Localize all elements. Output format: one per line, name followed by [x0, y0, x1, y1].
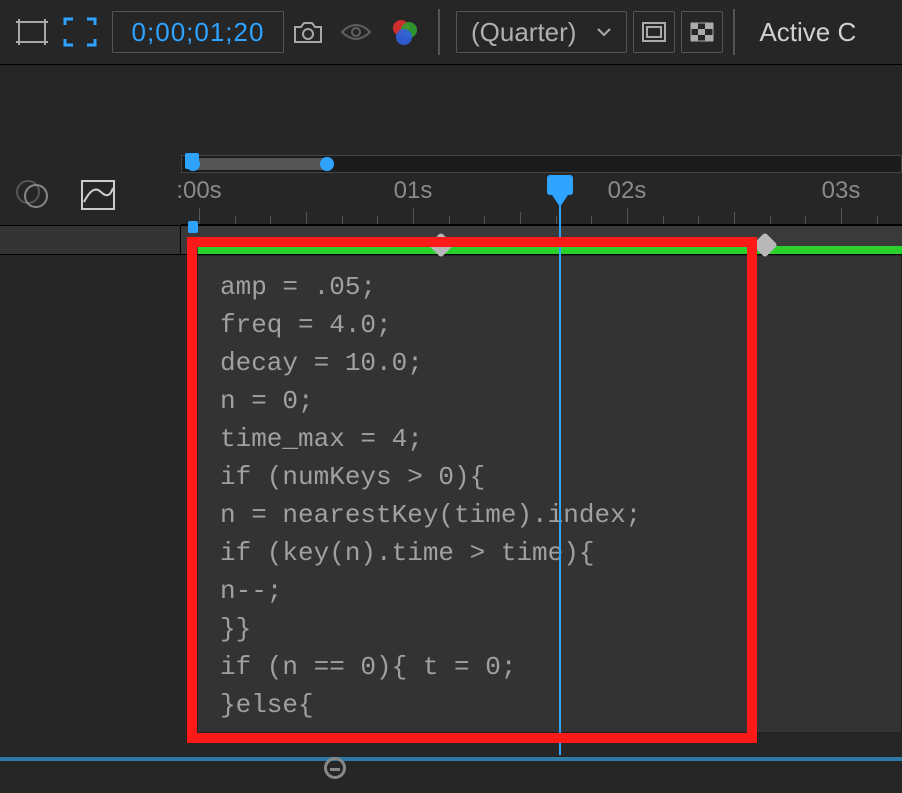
ruler-label: 03s [822, 177, 861, 205]
cti-head[interactable] [547, 175, 573, 195]
zoom-knob-icon[interactable] [324, 757, 346, 779]
transparency-grid-icon[interactable] [681, 11, 723, 53]
ruler-label: 01s [394, 177, 433, 205]
time-ruler[interactable]: :00s 01s 02s 03s [181, 175, 902, 225]
footer-bar [0, 757, 902, 785]
ruler-label: 02s [608, 177, 647, 205]
mask-bounds-icon[interactable] [8, 8, 56, 56]
ruler-label: :00s [176, 177, 221, 205]
ram-preview-cache-bar [198, 246, 902, 254]
channel-rgb-icon[interactable] [380, 8, 428, 56]
current-time-field[interactable]: 0;00;01;20 [112, 11, 284, 53]
motion-blur-icon[interactable] [12, 175, 52, 215]
region-of-interest-icon[interactable] [56, 8, 104, 56]
work-area-start-lower[interactable] [188, 221, 198, 233]
timeline-left-controls [0, 155, 180, 235]
resolution-dropdown[interactable]: (Quarter) [456, 11, 627, 53]
app-root: 0;00;01;20 (Quarter) [0, 0, 902, 793]
preview-toolbar: 0;00;01;20 (Quarter) [0, 0, 902, 65]
chevron-down-icon [594, 22, 614, 42]
show-snapshot-icon [332, 8, 380, 56]
current-time-indicator[interactable] [559, 175, 561, 755]
navigator-thumb[interactable] [190, 158, 330, 170]
expression-editor[interactable]: amp = .05; freq = 4.0; decay = 10.0; n =… [197, 255, 902, 733]
graph-editor-icon[interactable] [78, 175, 118, 215]
expression-code[interactable]: amp = .05; freq = 4.0; decay = 10.0; n =… [198, 264, 901, 732]
timeline-navigator[interactable] [181, 155, 902, 173]
camera-dropdown[interactable]: Active C [759, 17, 856, 48]
snapshot-icon[interactable] [284, 8, 332, 56]
toolbar-divider [438, 9, 440, 55]
resolution-label: (Quarter) [471, 17, 576, 48]
fast-preview-icon[interactable] [633, 11, 675, 53]
toolbar-divider [733, 9, 735, 55]
work-area-start[interactable] [185, 153, 199, 169]
timeline-panel: :00s 01s 02s 03s amp = .05; freq = 4.0; … [0, 65, 902, 785]
